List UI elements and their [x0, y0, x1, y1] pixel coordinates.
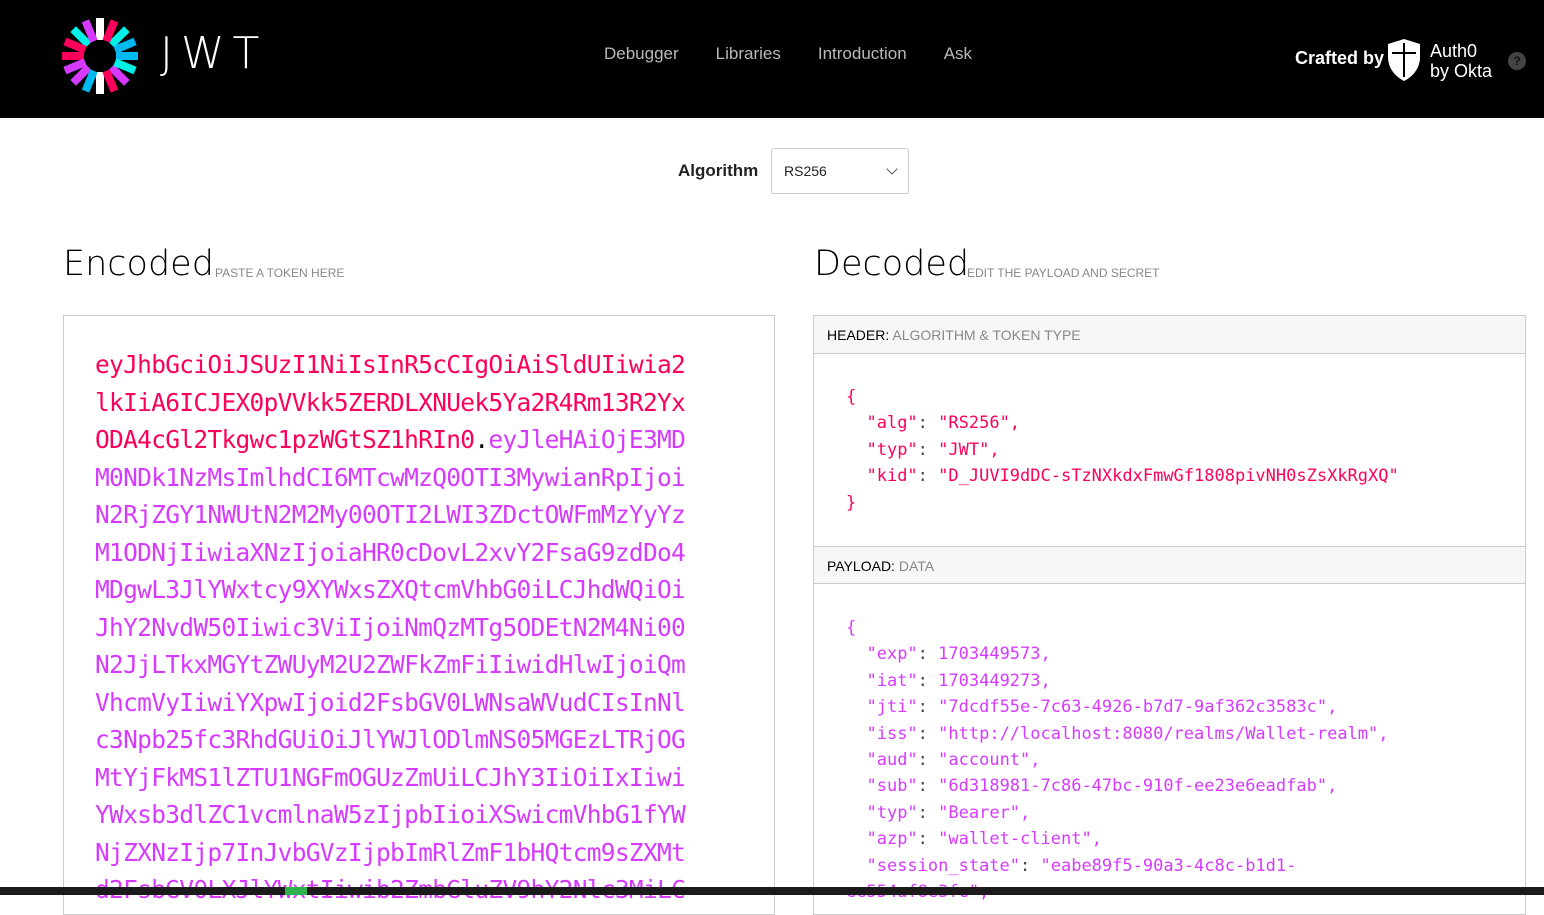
json-value: "7dcdf55e-7c63-4926-b7d7-9af362c3583c",	[938, 697, 1338, 718]
header-json-editor[interactable]: { "alg": "RS256", "typ": "JWT", "kid": "…	[846, 384, 1399, 516]
json-key: "kid"	[866, 466, 918, 487]
main-nav: Debugger Libraries Introduction Ask	[604, 44, 972, 64]
json-colon: :	[917, 413, 939, 434]
top-navigation-bar: JWT Debugger Libraries Introduction Ask …	[0, 0, 1544, 118]
json-line: "aud": "account",	[846, 747, 1389, 773]
json-key: "azp"	[866, 829, 918, 850]
nav-debugger[interactable]: Debugger	[604, 44, 679, 64]
json-open-brace-line: {	[846, 384, 1399, 410]
json-colon: :	[917, 644, 939, 665]
token-separator: .	[474, 425, 489, 454]
auth0-brand-link[interactable]: Auth0 by Okta	[1430, 41, 1492, 81]
algorithm-selected-value: RS256	[784, 163, 827, 179]
encoded-subtitle: PASTE A TOKEN HERE	[215, 266, 345, 280]
payload-section-heading: PAYLOAD: DATA	[814, 546, 1525, 584]
json-line: "exp": 1703449573,	[846, 641, 1389, 667]
json-open-brace: {	[846, 618, 857, 638]
json-key: "typ"	[866, 802, 918, 823]
json-key: "iat"	[866, 670, 918, 691]
json-key: "alg"	[866, 413, 918, 434]
json-line: "session_state": "eabe89f5-90a3-4c8c-b1d…	[846, 853, 1389, 879]
json-value: "D_JUVI9dDC-sTzNXkdxFmwGf1808pivNH0sZsXk…	[938, 466, 1399, 487]
auth0-line1: Auth0	[1430, 41, 1478, 61]
json-value: "6d318981-7c86-47bc-910f-ee23e6eadfab",	[938, 776, 1338, 797]
auth0-shield-icon[interactable]	[1387, 39, 1421, 81]
json-colon: :	[917, 829, 939, 850]
payload-json-editor[interactable]: { "exp": 1703449573, "iat": 1703449273, …	[846, 615, 1389, 905]
json-line: "sub": "6d318981-7c86-47bc-910f-ee23e6ea…	[846, 773, 1389, 799]
json-value: "Bearer",	[938, 802, 1031, 823]
json-line: "kid": "D_JUVI9dDC-sTzNXkdxFmwGf1808pivN…	[846, 463, 1399, 489]
algorithm-select[interactable]: RS256	[771, 148, 909, 194]
json-key: "exp"	[866, 644, 918, 665]
jwt-logo-text[interactable]: JWT	[160, 28, 267, 79]
token-payload-part: eyJleHAiOjE3MDM0NDk1NzMsImlhdCI6MTcwMzQ0…	[95, 425, 686, 914]
header-section-sublabel: ALGORITHM & TOKEN TYPE	[892, 327, 1081, 343]
bottom-strip	[0, 887, 1544, 895]
json-value: 1703449273,	[938, 670, 1051, 691]
decoded-title: Decoded	[814, 244, 970, 284]
header-section-label: HEADER:	[827, 327, 890, 343]
algorithm-label: Algorithm	[678, 161, 759, 180]
bottom-indicator	[285, 887, 307, 895]
json-key: "sub"	[866, 776, 918, 797]
json-key: "aud"	[866, 750, 918, 771]
json-line: "azp": "wallet-client",	[846, 826, 1389, 852]
encoded-title: Encoded	[63, 244, 214, 284]
json-value: "eabe89f5-90a3-4c8c-b1d1-	[1040, 855, 1297, 876]
json-value: "http://localhost:8080/realms/Wallet-rea…	[938, 723, 1389, 744]
nav-introduction[interactable]: Introduction	[818, 44, 907, 64]
help-icon[interactable]: ?	[1508, 52, 1526, 70]
jwt-logo-icon[interactable]	[62, 18, 138, 94]
crafted-by-label: Crafted by	[1295, 48, 1385, 68]
json-line: "typ": "Bearer",	[846, 800, 1389, 826]
decoded-subtitle: EDIT THE PAYLOAD AND SECRET	[967, 266, 1160, 280]
auth0-line2: by Okta	[1430, 61, 1493, 81]
nav-libraries[interactable]: Libraries	[716, 44, 781, 64]
json-open-brace: {	[846, 387, 857, 407]
json-value: "wallet-client",	[938, 829, 1102, 850]
nav-ask[interactable]: Ask	[944, 44, 972, 64]
json-close-brace: }	[846, 492, 857, 513]
json-line: "iss": "http://localhost:8080/realms/Wal…	[846, 721, 1389, 747]
json-value: "RS256",	[938, 413, 1021, 434]
json-colon: :	[917, 670, 939, 691]
json-colon: :	[917, 750, 939, 771]
payload-section-sublabel: DATA	[898, 558, 935, 574]
json-line: "typ": "JWT",	[846, 437, 1399, 463]
json-line: "alg": "RS256",	[846, 410, 1399, 436]
payload-section-label: PAYLOAD:	[827, 558, 895, 574]
json-key: "typ"	[866, 439, 918, 460]
json-key: "jti"	[866, 697, 918, 718]
json-key: "session_state"	[866, 855, 1021, 876]
encoded-token-text[interactable]: eyJhbGciOiJSUzI1NiIsInR5cCIgOiAiSldUIiwi…	[95, 346, 695, 914]
json-value: "JWT",	[938, 439, 1000, 460]
json-value: "account",	[938, 750, 1041, 771]
json-colon: :	[917, 466, 939, 487]
json-colon: :	[917, 697, 939, 718]
header-section-heading: HEADER: ALGORITHM & TOKEN TYPE	[814, 316, 1525, 354]
json-colon: :	[917, 723, 939, 744]
json-colon: :	[917, 776, 939, 797]
json-key: "iss"	[866, 723, 918, 744]
json-line: "jti": "7dcdf55e-7c63-4926-b7d7-9af362c3…	[846, 694, 1389, 720]
json-colon: :	[917, 439, 939, 460]
json-colon: :	[1020, 855, 1041, 876]
decoded-panel: HEADER: ALGORITHM & TOKEN TYPE { "alg": …	[813, 315, 1526, 915]
json-open-brace-line: {	[846, 615, 1389, 641]
chevron-down-icon	[886, 163, 898, 175]
json-close-brace-line: }	[846, 490, 1399, 516]
json-colon: :	[917, 802, 939, 823]
json-value: 1703449573,	[938, 644, 1051, 665]
encoded-token-editor[interactable]: eyJhbGciOiJSUzI1NiIsInR5cCIgOiAiSldUIiwi…	[63, 315, 775, 915]
json-line: "iat": 1703449273,	[846, 668, 1389, 694]
